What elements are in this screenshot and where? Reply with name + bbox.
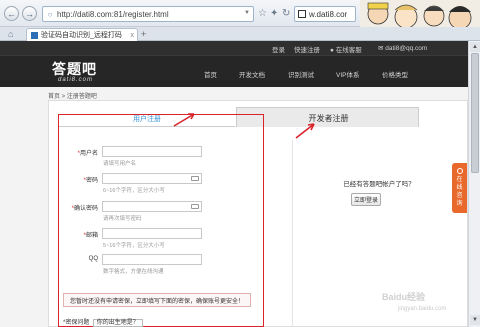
email-link[interactable]: ✉ dati8@qq.com bbox=[378, 44, 427, 52]
consult-char: 咨 bbox=[456, 193, 463, 199]
watermark-url: jingyan.baidu.com bbox=[398, 306, 447, 312]
email-label: *邮箱 bbox=[83, 233, 98, 239]
password-hint: 6~16个字符，区分大小写 bbox=[103, 188, 165, 194]
vertical-scrollbar[interactable]: ▲ ▼ bbox=[468, 41, 480, 327]
qq-label: QQ bbox=[88, 256, 98, 262]
site-favicon-icon bbox=[31, 31, 38, 39]
password-label: *密码 bbox=[83, 178, 98, 184]
username-label: *用户名 bbox=[77, 151, 98, 157]
login-now-button[interactable]: 立即登录 bbox=[351, 193, 381, 206]
nav-vip[interactable]: VIP体系 bbox=[336, 69, 359, 79]
nav-home[interactable]: 首页 bbox=[204, 69, 217, 79]
search-text: w.dati8.cor bbox=[309, 9, 348, 19]
search-engine-icon bbox=[298, 10, 306, 18]
favorite-star-icon[interactable]: ☆ bbox=[258, 8, 267, 19]
security-question-label: *密保问题 bbox=[63, 320, 90, 326]
tab-title: 验证码自动识别_远程打码 bbox=[41, 32, 122, 39]
site-logo[interactable]: 答题吧 bbox=[52, 59, 97, 79]
confirm-password-label: *确认密码 bbox=[71, 206, 98, 212]
search-input[interactable]: w.dati8.cor bbox=[294, 6, 356, 22]
breadcrumb: 首页 > 注册答题吧 bbox=[48, 94, 97, 100]
tab-bar: ⌂ 验证码自动识别_远程打码 x + bbox=[0, 27, 480, 41]
scroll-up-icon[interactable]: ▲ bbox=[470, 42, 480, 52]
refresh-icon[interactable]: ↻ bbox=[282, 8, 290, 19]
username-field[interactable] bbox=[102, 146, 202, 157]
consult-char: 询 bbox=[456, 201, 463, 207]
consult-char: 线 bbox=[456, 185, 463, 191]
url-text: http://dati8.com:81/register.html bbox=[57, 9, 169, 19]
scroll-down-icon[interactable]: ▼ bbox=[470, 315, 480, 325]
keyboard-icon[interactable] bbox=[191, 204, 199, 209]
nav-test[interactable]: 识别测试 bbox=[288, 69, 314, 79]
email-hint: 5~16个字符，区分大小写 bbox=[103, 243, 165, 249]
close-tab-icon[interactable]: x bbox=[131, 32, 135, 39]
has-account-text: 已经有答题吧帐户了吗？ bbox=[343, 181, 415, 188]
site-logo-subtitle: dati8.com bbox=[58, 77, 94, 83]
chat-icon bbox=[456, 168, 463, 174]
qq-field[interactable] bbox=[102, 254, 202, 265]
email-label: dati8@qq.com bbox=[385, 45, 428, 52]
security-question-row: *密保问题 你的出生地是？ bbox=[63, 317, 143, 327]
back-button[interactable]: ← bbox=[4, 6, 19, 21]
site-header: 答题吧 dati8.com 首页 开发文档 识别测试 VIP体系 价格类型 bbox=[0, 55, 468, 87]
password-field[interactable] bbox=[102, 173, 202, 184]
site-topbar: 登录 快速注册 ● 在线客服 ✉ dati8@qq.com bbox=[0, 41, 468, 55]
browser-tab[interactable]: 验证码自动识别_远程打码 x bbox=[26, 28, 138, 41]
forward-button[interactable]: → bbox=[22, 6, 37, 21]
globe-icon: ○ bbox=[47, 9, 53, 19]
confirm-password-field[interactable] bbox=[102, 201, 202, 212]
watermark: Baidu经验 bbox=[382, 292, 426, 302]
keyboard-icon[interactable] bbox=[191, 176, 199, 181]
online-consult-button[interactable]: 在 线 咨 询 bbox=[452, 163, 467, 213]
security-notice: 您暂时还没有申请密保，立即填写下面的密保，确保账号更安全！ bbox=[63, 293, 251, 307]
nav-docs[interactable]: 开发文档 bbox=[239, 69, 265, 79]
confirm-password-hint: 请再次填写密码 bbox=[103, 216, 142, 222]
login-link[interactable]: 登录 bbox=[272, 44, 285, 54]
home-icon[interactable]: ⌂ bbox=[8, 29, 13, 39]
nav-price[interactable]: 价格类型 bbox=[382, 69, 408, 79]
divider bbox=[292, 140, 293, 327]
tools-icon[interactable]: ✦ bbox=[270, 8, 278, 19]
email-field[interactable] bbox=[102, 228, 202, 239]
new-tab-button[interactable]: + bbox=[141, 29, 146, 39]
register-link[interactable]: 快速注册 bbox=[294, 44, 320, 54]
scroll-thumb[interactable] bbox=[471, 53, 479, 173]
dropdown-icon[interactable]: ▼ bbox=[244, 10, 250, 16]
qq-hint: 数字格式，方便在线沟通 bbox=[103, 269, 164, 275]
online-service-label: 在线客服 bbox=[335, 47, 362, 54]
address-bar[interactable]: ○ http://dati8.com:81/register.html ▼ bbox=[42, 6, 254, 22]
username-hint: 请填写用户名 bbox=[103, 161, 137, 167]
online-service-link[interactable]: ● 在线客服 bbox=[330, 44, 362, 54]
security-question-select[interactable]: 你的出生地是？ bbox=[92, 319, 143, 327]
consult-char: 在 bbox=[456, 177, 463, 183]
annotation-arrow-icon bbox=[295, 123, 315, 139]
